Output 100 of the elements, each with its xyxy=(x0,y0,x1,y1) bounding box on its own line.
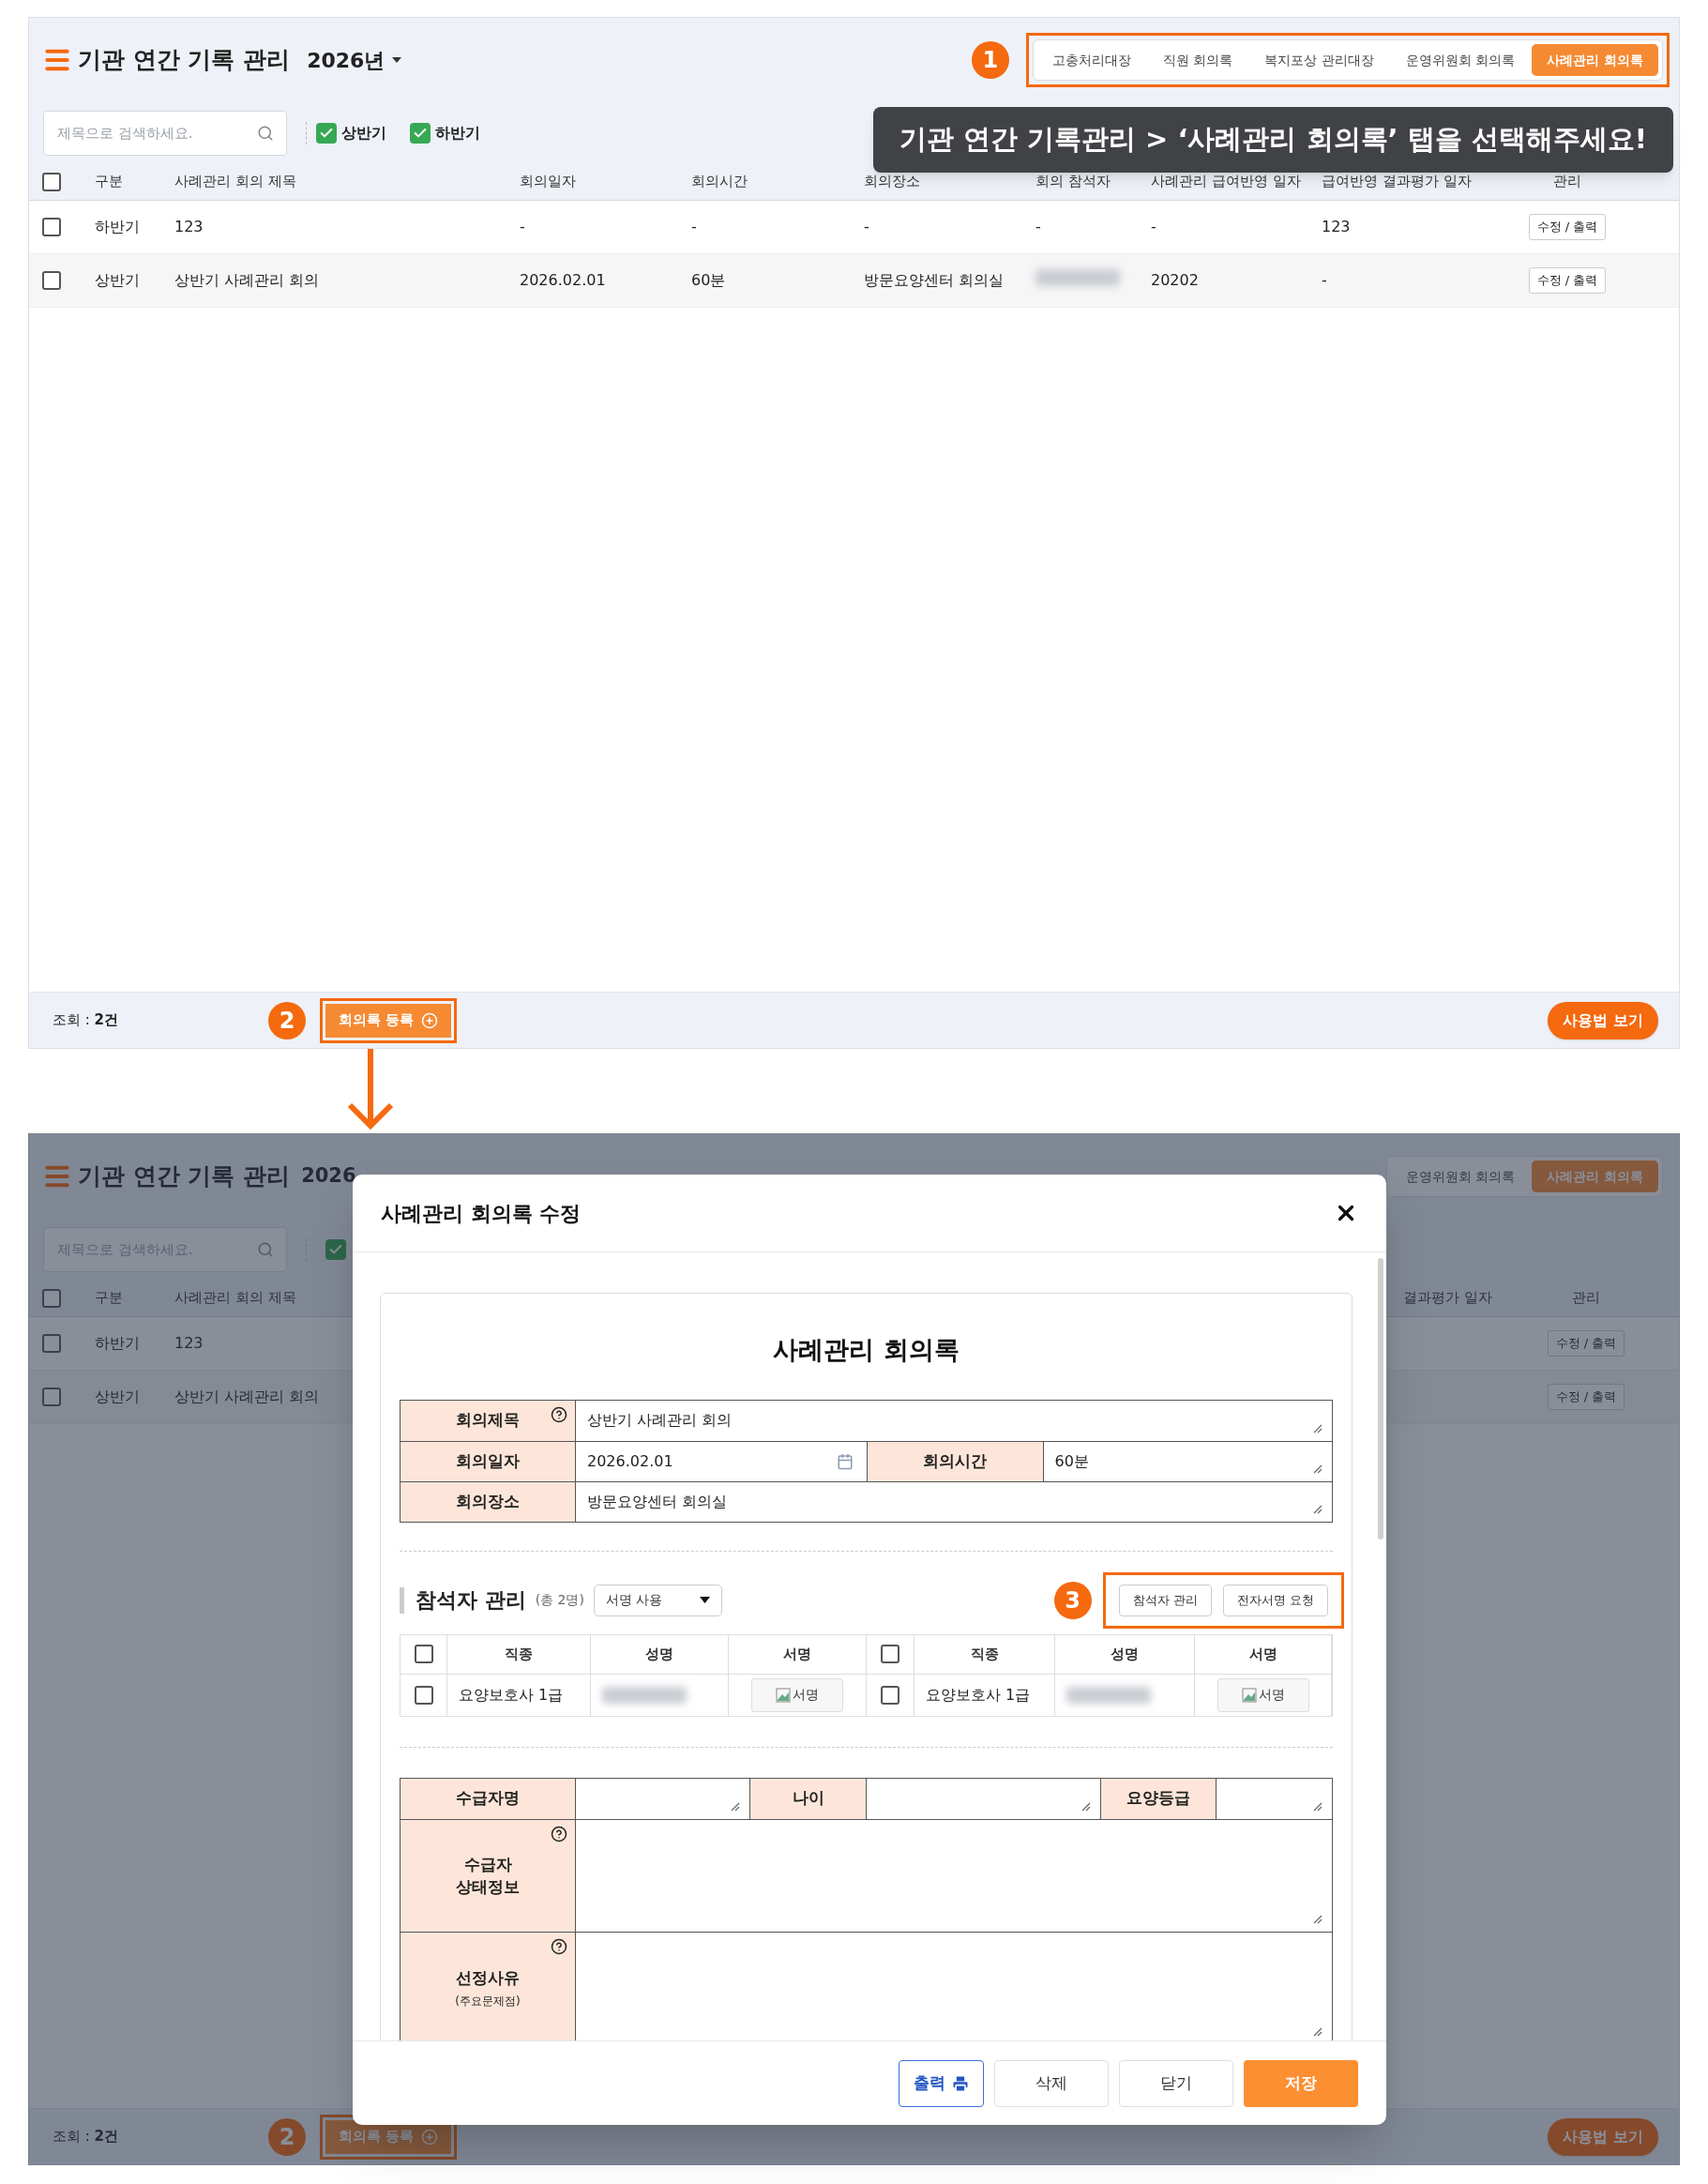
table-row[interactable]: 상반기 상반기 사례관리 회의 2026.02.01 60분 방문요양센터 회의실 20202 - 수정 / 출력 xyxy=(29,254,1679,308)
column-header: 회의일자 xyxy=(519,172,577,192)
table-cell: - xyxy=(864,218,869,235)
column-header: 관리 xyxy=(1571,1288,1601,1309)
resize-handle-icon[interactable] xyxy=(1081,1801,1091,1812)
column-header: 관리 xyxy=(1552,172,1582,192)
column-header: 서명 xyxy=(1195,1634,1332,1675)
resize-handle-icon[interactable] xyxy=(1313,1914,1323,1924)
field-label: 회의시간 xyxy=(867,1441,1044,1481)
table-cell: 상반기 사례관리 회의 xyxy=(174,271,320,289)
edit-print-button[interactable]: 수정 / 출력 xyxy=(1547,1384,1625,1410)
help-icon[interactable] xyxy=(551,1937,567,1955)
filter-label[interactable]: 상반기 xyxy=(341,121,386,144)
help-icon[interactable] xyxy=(551,1825,567,1843)
column-header: 서명 xyxy=(729,1634,867,1675)
column-header: 회의 참석자 xyxy=(1035,172,1111,192)
tab[interactable]: 운영위원회 회의록 xyxy=(1390,1160,1531,1192)
column-header: 사례관리 급여반영 일자 xyxy=(1150,172,1302,192)
field-label: 나이 xyxy=(750,1778,867,1819)
checkbox[interactable] xyxy=(42,1334,61,1353)
checkbox[interactable] xyxy=(881,1685,899,1705)
tab[interactable]: 고충처리대장 xyxy=(1036,44,1146,76)
table-cell: 상반기 사례관리 회의 xyxy=(174,1388,320,1405)
column-header: 결과평가 일자 xyxy=(1403,1288,1493,1309)
column-header: 구분 xyxy=(94,172,124,192)
dialog-button[interactable]: 삭제 xyxy=(994,2059,1109,2107)
column-header: 성명 xyxy=(591,1634,729,1675)
edit-print-button[interactable]: 수정 / 출력 xyxy=(1528,267,1607,294)
calendar-icon[interactable] xyxy=(836,1452,854,1470)
signature-dropdown[interactable]: 서명 사용 xyxy=(593,1584,722,1616)
checkbox[interactable] xyxy=(42,1388,61,1406)
resize-handle-icon[interactable] xyxy=(1313,1423,1323,1433)
help-icon[interactable] xyxy=(551,1405,567,1423)
table-cell: 123 xyxy=(174,218,204,235)
table-cell: 60분 xyxy=(691,271,726,289)
field-value[interactable]: 상반기 사례관리 회의 xyxy=(576,1400,1332,1441)
resize-handle-icon[interactable] xyxy=(1313,1504,1323,1514)
table-cell: 상반기 xyxy=(95,271,140,289)
step-badge: 1 xyxy=(971,41,1009,79)
column-header: 성명 xyxy=(1055,1634,1195,1675)
field-value[interactable]: 60분 xyxy=(1043,1441,1332,1481)
participant-button[interactable]: 전자서명 요청 xyxy=(1222,1584,1328,1616)
broken-image-icon xyxy=(776,1687,791,1703)
caret-icon[interactable] xyxy=(699,1597,710,1603)
year-selector[interactable]: 2026 xyxy=(301,1161,356,1191)
column-header: 구분 xyxy=(94,1289,123,1307)
column-header: 급여반영 결과평가 일자 xyxy=(1321,172,1473,192)
checkbox[interactable] xyxy=(881,1645,899,1663)
search-icon[interactable] xyxy=(257,124,274,142)
table-cell: 123 xyxy=(1322,218,1351,235)
signature-button[interactable]: 서명 xyxy=(751,1677,843,1712)
checkbox[interactable] xyxy=(42,271,61,290)
field-label: 수급자 상태정보 xyxy=(455,1854,521,1898)
resize-handle-icon[interactable] xyxy=(1313,1464,1323,1474)
section-marker xyxy=(400,1586,404,1614)
field-value[interactable]: 2026.02.01 xyxy=(576,1441,867,1481)
table-cell-text: 요양보호사 1급 xyxy=(926,1684,1031,1706)
resize-handle-icon[interactable] xyxy=(1313,1801,1323,1812)
page-title: 기관 연간 기록 관리 xyxy=(78,1161,291,1192)
column-header: 직종 xyxy=(447,1634,591,1675)
checkbox[interactable] xyxy=(42,218,61,236)
field-label: 선정사유 xyxy=(455,1967,521,1989)
edit-print-button[interactable]: 수정 / 출력 xyxy=(1547,1330,1625,1357)
filter-label[interactable]: 하반기 xyxy=(435,121,480,144)
resize-handle-icon[interactable] xyxy=(731,1801,740,1812)
field-label: 수급자명 xyxy=(401,1778,576,1819)
step-badge: 2 xyxy=(268,2117,306,2156)
signature-button[interactable]: 서명 xyxy=(1217,1677,1309,1712)
tab[interactable]: 복지포상 관리대장 xyxy=(1249,44,1389,76)
result-count: 조회 : 2건 xyxy=(53,2127,120,2147)
tab[interactable]: 직원 회의록 xyxy=(1147,44,1248,76)
broken-image-icon xyxy=(1241,1687,1257,1703)
field-value[interactable]: 방문요양센터 회의실 xyxy=(576,1481,1332,1522)
edit-print-button[interactable]: 수정 / 출력 xyxy=(1528,214,1607,240)
caret-icon[interactable] xyxy=(392,57,402,63)
table-cell: 방문요양센터 회의실 xyxy=(864,271,1005,289)
column-header: 회의장소 xyxy=(863,172,921,192)
search-field[interactable]: 제목으로 검색하세요. xyxy=(43,110,287,156)
result-count: 조회 : 2건 xyxy=(53,1010,120,1031)
participant-button[interactable]: 참석자 관리 xyxy=(1118,1584,1212,1616)
dialog-title: 사례관리 회의록 수정 xyxy=(381,1200,582,1227)
checkbox[interactable] xyxy=(414,1685,433,1705)
dialog-button[interactable]: 닫기 xyxy=(1119,2059,1233,2107)
checkbox[interactable] xyxy=(42,172,61,191)
step-badge: 3 xyxy=(1053,1581,1092,1619)
resize-handle-icon[interactable] xyxy=(1313,2026,1323,2037)
year-selector[interactable]: 2026년 xyxy=(307,44,385,76)
table-cell: - xyxy=(1035,218,1041,235)
scrollbar[interactable] xyxy=(1378,1258,1383,1539)
table-cell: - xyxy=(1322,271,1327,289)
column-header: 회의시간 xyxy=(690,172,748,192)
table-cell: 하반기 xyxy=(95,1334,140,1352)
checkbox[interactable] xyxy=(414,1645,433,1663)
dialog-button[interactable]: 출력 xyxy=(899,2059,984,2107)
page-title: 기관 연간 기록 관리 xyxy=(78,45,291,76)
step-badge: 2 xyxy=(268,1001,306,1039)
table-cell: - xyxy=(520,218,525,235)
tab[interactable]: 운영위원회 회의록 xyxy=(1390,44,1531,76)
checkbox[interactable] xyxy=(42,1288,61,1308)
column-header: 사례관리 회의 제목 xyxy=(174,1289,296,1307)
